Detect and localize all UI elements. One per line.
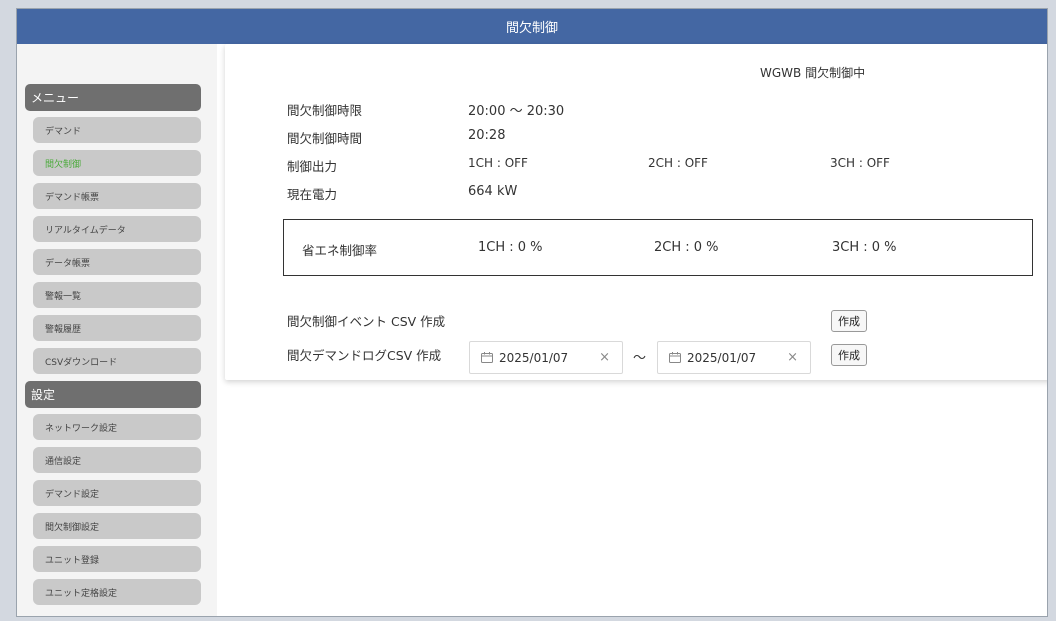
sidebar-item-demand[interactable]: デマンド [33, 117, 201, 143]
demand-log-csv-label: 間欠デマンドログCSV 作成 [287, 348, 442, 363]
control-panel: WGWB 間欠制御中 間欠制御時限 20:00 ～ 20:30 間欠制御時間 2… [225, 44, 1047, 380]
sidebar-item-csv-download[interactable]: CSVダウンロード [33, 348, 201, 374]
calendar-icon [481, 352, 493, 363]
sidebar: メニュー デマンド 間欠制御 デマンド帳票 リアルタイムデータ データ帳票 警報… [17, 44, 217, 616]
output-label: 制御出力 [287, 159, 338, 174]
control-time-label: 間欠制御時間 [287, 131, 363, 146]
sidebar-item-realtime-data[interactable]: リアルタイムデータ [33, 216, 201, 242]
create-demand-log-csv-button[interactable]: 作成 [831, 344, 867, 366]
create-event-csv-button[interactable]: 作成 [831, 310, 867, 332]
energy-saving-rate-box: 省エネ制御率 1CH : 0 % 2CH : 0 % 3CH : 0 % [283, 219, 1033, 276]
clear-date-from-icon[interactable]: × [599, 350, 610, 365]
page-title: 間欠制御 [505, 21, 558, 36]
time-limit-value: 20:00 ～ 20:30 [468, 104, 565, 119]
sidebar-item-unit-registration[interactable]: ユニット登録 [33, 546, 201, 572]
app-window: 間欠制御 メニュー デマンド 間欠制御 デマンド帳票 リアルタイムデータ データ… [16, 8, 1048, 617]
time-limit-label: 間欠制御時限 [287, 103, 363, 118]
output-3ch: 3CH : OFF [830, 156, 890, 170]
clear-date-to-icon[interactable]: × [787, 350, 798, 365]
rate-2ch: 2CH : 0 % [654, 240, 719, 255]
current-power-value: 664 kW [468, 184, 518, 199]
event-csv-label: 間欠制御イベント CSV 作成 [287, 314, 446, 329]
date-range-separator: ～ [633, 351, 647, 366]
title-bar: 間欠制御 [17, 9, 1047, 44]
date-from-value: 2025/01/07 [499, 350, 569, 365]
date-from-field[interactable]: 2025/01/07 × [469, 341, 623, 374]
rate-3ch: 3CH : 0 % [832, 240, 897, 255]
menu-section-header: メニュー [25, 84, 201, 111]
energy-saving-rate-label: 省エネ制御率 [302, 243, 378, 258]
output-1ch: 1CH : OFF [468, 156, 528, 170]
sidebar-item-alarm-history[interactable]: 警報履歴 [33, 315, 201, 341]
settings-section-header: 設定 [25, 381, 201, 408]
sidebar-item-demand-settings[interactable]: デマンド設定 [33, 480, 201, 506]
sidebar-item-intermittent-settings[interactable]: 間欠制御設定 [33, 513, 201, 539]
output-2ch: 2CH : OFF [648, 156, 708, 170]
date-to-field[interactable]: 2025/01/07 × [657, 341, 811, 374]
rate-1ch: 1CH : 0 % [478, 240, 543, 255]
calendar-icon [669, 352, 681, 363]
sidebar-item-intermittent-control[interactable]: 間欠制御 [33, 150, 201, 176]
sidebar-item-network-settings[interactable]: ネットワーク設定 [33, 414, 201, 440]
date-to-value: 2025/01/07 [687, 350, 757, 365]
control-time-value: 20:28 [468, 128, 506, 143]
status-text: WGWB 間欠制御中 [760, 66, 866, 80]
sidebar-item-alarm-list[interactable]: 警報一覧 [33, 282, 201, 308]
sidebar-item-demand-report[interactable]: デマンド帳票 [33, 183, 201, 209]
current-power-label: 現在電力 [287, 187, 338, 202]
sidebar-item-data-report[interactable]: データ帳票 [33, 249, 201, 275]
sidebar-item-communication-settings[interactable]: 通信設定 [33, 447, 201, 473]
sidebar-item-unit-rating-settings[interactable]: ユニット定格設定 [33, 579, 201, 605]
